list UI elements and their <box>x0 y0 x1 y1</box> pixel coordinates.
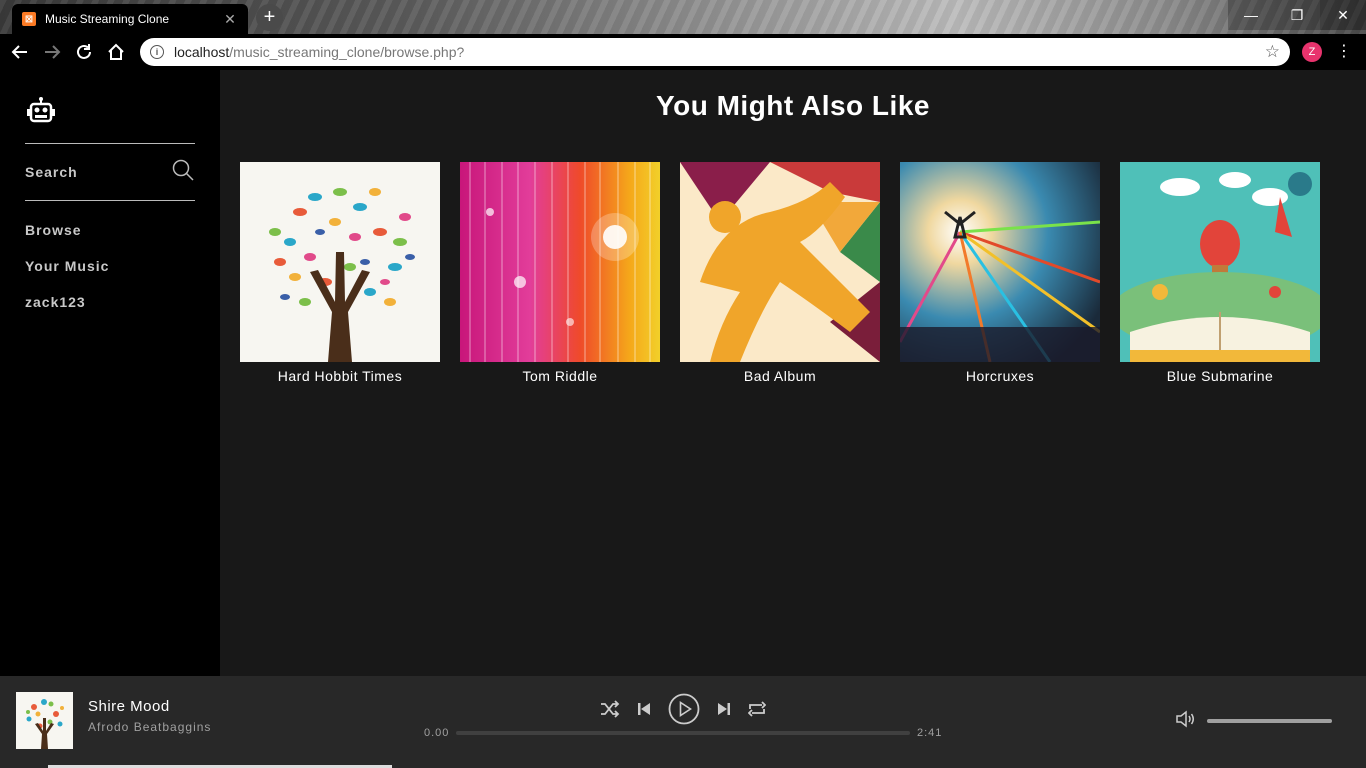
restore-icon[interactable]: ❐ <box>1274 0 1320 30</box>
sidebar-item-your-music[interactable]: Your Music <box>25 258 109 274</box>
url-path: /music_streaming_clone/browse.php? <box>229 44 465 60</box>
album-card[interactable]: Hard Hobbit Times <box>240 162 440 384</box>
sidebar: Search Browse Your Music zack123 <box>0 70 220 676</box>
address-bar[interactable]: i localhost/music_streaming_clone/browse… <box>140 38 1290 66</box>
main-content: You Might Also Like Hard Hobbit Times To… <box>220 70 1366 676</box>
album-title[interactable]: Tom Riddle <box>460 368 660 384</box>
window-controls: — ❐ ✕ <box>1228 0 1366 30</box>
now-playing-bar: Shire Mood Afrodo Beatbaggins 0.00 2:41 <box>0 676 1366 768</box>
now-playing-artwork[interactable] <box>16 692 73 749</box>
new-tab-button[interactable]: + <box>256 4 283 31</box>
shuffle-icon[interactable] <box>600 700 620 718</box>
forward-arrow-icon[interactable] <box>36 36 68 68</box>
sidebar-divider <box>25 200 195 201</box>
volume-fill <box>1207 719 1332 723</box>
volume-icon[interactable] <box>1175 710 1195 733</box>
play-icon[interactable] <box>668 693 700 725</box>
album-card[interactable]: Tom Riddle <box>460 162 660 384</box>
search-icon[interactable] <box>171 158 195 187</box>
album-cover[interactable] <box>460 162 660 362</box>
browser-tab[interactable]: ⊠ Music Streaming Clone ✕ <box>12 4 248 34</box>
album-card[interactable]: Bad Album <box>680 162 880 384</box>
bookmark-star-icon[interactable]: ☆ <box>1265 42 1280 62</box>
minimize-icon[interactable]: — <box>1228 0 1274 30</box>
album-title[interactable]: Bad Album <box>680 368 880 384</box>
current-time: 0.00 <box>424 727 450 739</box>
sidebar-divider <box>25 143 195 144</box>
progress-bar[interactable] <box>456 731 910 735</box>
album-grid: Hard Hobbit Times Tom Riddle Bad Album H… <box>240 162 1320 384</box>
album-title[interactable]: Horcruxes <box>900 368 1100 384</box>
back-arrow-icon[interactable] <box>4 36 36 68</box>
volume-slider[interactable] <box>1207 719 1332 723</box>
sidebar-search[interactable]: Search <box>25 158 195 187</box>
album-title[interactable]: Hard Hobbit Times <box>240 368 440 384</box>
url-text[interactable]: localhost/music_streaming_clone/browse.p… <box>174 44 1265 60</box>
page-title: You Might Also Like <box>656 90 930 121</box>
next-track-icon[interactable] <box>716 701 732 717</box>
album-cover[interactable] <box>680 162 880 362</box>
total-time: 2:41 <box>917 727 943 739</box>
album-cover[interactable] <box>240 162 440 362</box>
close-tab-icon[interactable]: ✕ <box>222 11 238 28</box>
robot-icon[interactable] <box>26 96 56 126</box>
url-host: localhost <box>174 44 230 60</box>
close-window-icon[interactable]: ✕ <box>1320 0 1366 30</box>
album-cover[interactable] <box>900 162 1100 362</box>
previous-track-icon[interactable] <box>636 701 652 717</box>
search-label: Search <box>25 164 78 180</box>
sidebar-item-browse[interactable]: Browse <box>25 222 82 238</box>
browser-toolbar: i localhost/music_streaming_clone/browse… <box>0 34 1366 70</box>
track-title[interactable]: Shire Mood <box>88 698 170 715</box>
repeat-icon[interactable] <box>748 701 766 717</box>
album-title[interactable]: Blue Submarine <box>1120 368 1320 384</box>
profile-avatar[interactable]: Z <box>1302 42 1322 62</box>
home-icon[interactable] <box>100 36 132 68</box>
sidebar-item-profile[interactable]: zack123 <box>25 294 86 310</box>
browser-menu-icon[interactable]: ⋮ <box>1336 42 1352 62</box>
xampp-icon: ⊠ <box>22 12 36 26</box>
info-icon[interactable]: i <box>150 45 164 59</box>
tab-title: Music Streaming Clone <box>45 12 170 26</box>
reload-icon[interactable] <box>68 36 100 68</box>
album-card[interactable]: Horcruxes <box>900 162 1100 384</box>
track-artist[interactable]: Afrodo Beatbaggins <box>88 720 211 734</box>
album-cover[interactable] <box>1120 162 1320 362</box>
playback-controls <box>600 693 766 725</box>
album-card[interactable]: Blue Submarine <box>1120 162 1320 384</box>
